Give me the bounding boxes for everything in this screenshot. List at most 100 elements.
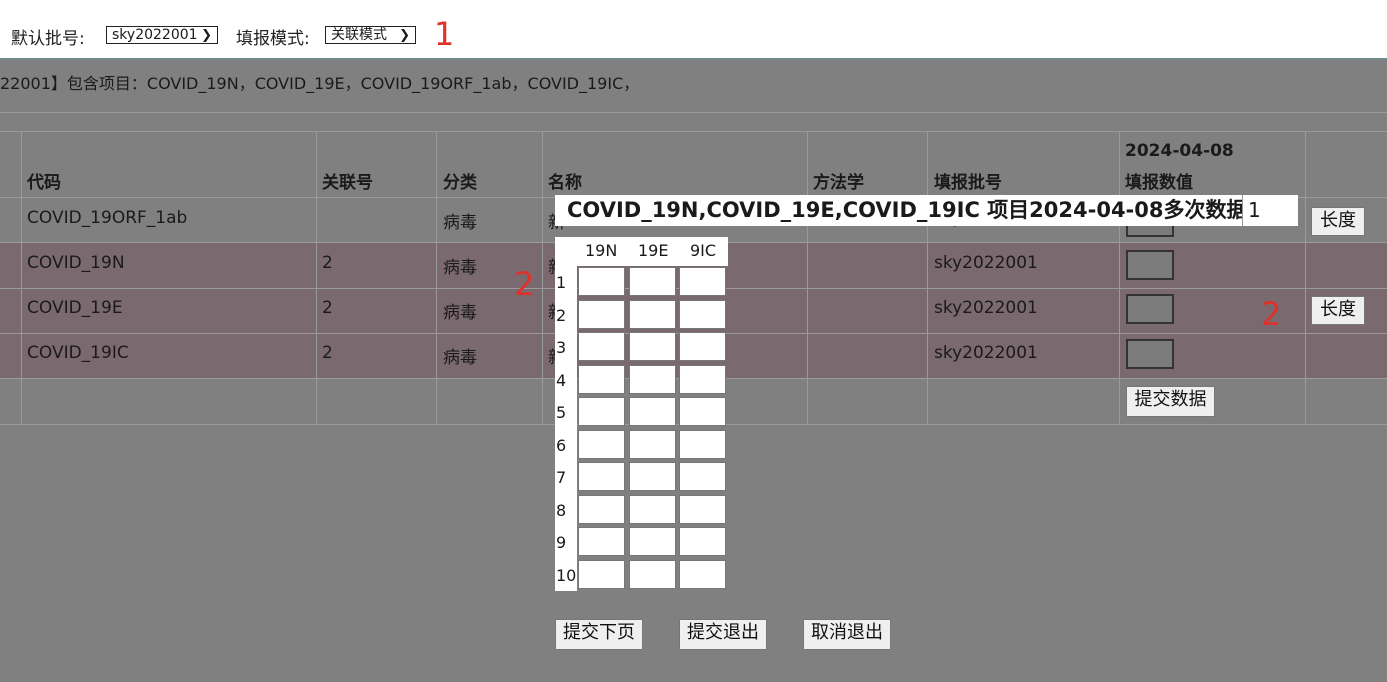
row-link: 2 — [322, 298, 333, 318]
batch-select[interactable]: sky2022001 ❯ — [106, 26, 218, 44]
header-code: 代码 — [27, 173, 61, 193]
annotation-marker-1: 1 — [434, 15, 455, 53]
row-category: 病毒 — [443, 348, 477, 368]
grid-cell-input[interactable] — [578, 430, 625, 459]
mode-select[interactable]: 关联模式 ❯ — [325, 26, 416, 44]
grid-row-label: 1 — [556, 273, 567, 292]
submit-exit-button[interactable]: 提交退出 — [679, 619, 767, 650]
grid-cell-input[interactable] — [578, 560, 625, 589]
grid-cell-input[interactable] — [679, 397, 726, 426]
length-button[interactable]: 长度 — [1311, 207, 1365, 236]
popup-title: COVID_19N,COVID_19E,COVID_19IC 项目2024-04… — [555, 195, 1242, 226]
divider — [0, 112, 1387, 113]
column-divider — [807, 131, 808, 424]
row-code: COVID_19N — [27, 253, 125, 273]
column-divider — [21, 131, 22, 424]
submit-data-button[interactable]: 提交数据 — [1126, 386, 1215, 417]
column-divider — [1119, 131, 1120, 424]
divider — [0, 131, 1387, 132]
grid-cell-input[interactable] — [679, 430, 726, 459]
batch-select-value: sky2022001 — [112, 27, 198, 43]
grid-cell-input[interactable] — [679, 462, 726, 491]
header-date: 2024-04-08 — [1125, 141, 1234, 161]
grid-cell-input[interactable] — [679, 267, 726, 296]
column-divider — [316, 131, 317, 424]
grid-row-label: 8 — [556, 501, 567, 520]
header-batch: 填报批号 — [934, 173, 1002, 193]
grid-cell-input[interactable] — [629, 300, 676, 329]
row-batch: sky2022001 — [934, 253, 1038, 273]
header-method: 方法学 — [813, 173, 864, 193]
grid-row-label: 6 — [556, 436, 567, 455]
grid-row-label: 3 — [556, 338, 567, 357]
grid-cell-input[interactable] — [578, 300, 625, 329]
row-batch: sky2022001 — [934, 298, 1038, 318]
grid-cell-input[interactable] — [629, 365, 676, 394]
grid-cell-input[interactable] — [629, 462, 676, 491]
grid-cell-input[interactable] — [679, 300, 726, 329]
row-batch: sky2022001 — [934, 343, 1038, 363]
grid-cell-input[interactable] — [578, 332, 625, 361]
header-value: 填报数值 — [1125, 173, 1193, 193]
grid-cell-input[interactable] — [578, 397, 625, 426]
grid-cell-input[interactable] — [679, 560, 726, 589]
grid-row-label: 2 — [556, 306, 567, 325]
column-divider — [1305, 131, 1306, 424]
grid-cell-input[interactable] — [629, 397, 676, 426]
column-divider — [927, 131, 928, 424]
grid-cell-input[interactable] — [679, 332, 726, 361]
value-input[interactable] — [1126, 250, 1174, 280]
column-divider — [436, 131, 437, 424]
row-code: COVID_19IC — [27, 343, 129, 363]
annotation-marker-2: 2 — [1261, 295, 1282, 333]
grid-cell-input[interactable] — [629, 495, 676, 524]
grid-cell-input[interactable] — [578, 365, 625, 394]
value-input[interactable] — [1126, 294, 1174, 324]
grid-cell-input[interactable] — [679, 527, 726, 556]
grid-cell-input[interactable] — [578, 495, 625, 524]
chevron-down-icon: ❯ — [201, 28, 212, 43]
length-button[interactable]: 长度 — [1311, 296, 1365, 325]
cancel-exit-button[interactable]: 取消退出 — [803, 619, 891, 650]
header-link-number: 关联号 — [322, 173, 373, 193]
grid-cell-input[interactable] — [679, 495, 726, 524]
included-items-info: 22001】包含项目：COVID_19N，COVID_19E，COVID_19O… — [0, 74, 640, 93]
grid-cell-input[interactable] — [629, 527, 676, 556]
grid-row-label: 5 — [556, 403, 567, 422]
grid-cell-input[interactable] — [629, 332, 676, 361]
row-code: COVID_19ORF_1ab — [27, 208, 188, 228]
grid-cell-input[interactable] — [578, 527, 625, 556]
grid-row-label: 7 — [556, 468, 567, 487]
grid-column-header: 9IC — [690, 241, 717, 260]
grid-cell-input[interactable] — [629, 560, 676, 589]
value-input[interactable] — [1126, 339, 1174, 369]
grid-row-label: 4 — [556, 371, 567, 390]
row-link: 2 — [322, 253, 333, 273]
grid-row-labels: 1 2 3 4 5 6 7 8 9 10 — [555, 266, 577, 591]
grid-cell-input[interactable] — [578, 462, 625, 491]
batch-label: 默认批号: — [11, 29, 85, 49]
row-code: COVID_19E — [27, 298, 123, 318]
grid-cell-input[interactable] — [629, 267, 676, 296]
grid-cell-input[interactable] — [578, 267, 625, 296]
row-category: 病毒 — [443, 258, 477, 278]
mode-label: 填报模式: — [236, 29, 310, 49]
row-link: 2 — [322, 343, 333, 363]
row-category: 病毒 — [443, 213, 477, 233]
annotation-marker-2: 2 — [514, 265, 535, 303]
grid-column-header: 19E — [638, 241, 669, 260]
grid-row-label: 10 — [556, 566, 577, 585]
header-name: 名称 — [548, 173, 582, 193]
entry-count-input[interactable]: 1 — [1242, 195, 1298, 226]
grid-row-label: 9 — [556, 533, 567, 552]
grid-column-header: 19N — [585, 241, 618, 260]
grid-cell-input[interactable] — [629, 430, 676, 459]
header-category: 分类 — [443, 173, 477, 193]
grid-header: 19N 19E 9IC — [555, 237, 728, 266]
grid-cell-input[interactable] — [679, 365, 726, 394]
submit-next-page-button[interactable]: 提交下页 — [555, 619, 643, 650]
chevron-down-icon: ❯ — [399, 28, 410, 43]
row-category: 病毒 — [443, 303, 477, 323]
column-divider — [542, 131, 543, 424]
top-toolbar: 默认批号: sky2022001 ❯ 填报模式: 关联模式 ❯ 1 — [0, 0, 1387, 60]
